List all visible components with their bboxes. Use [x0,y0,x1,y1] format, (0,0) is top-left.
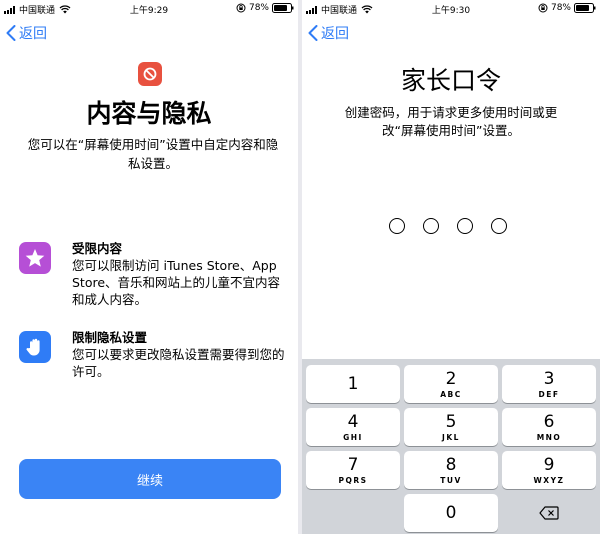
back-label: 返回 [321,26,349,42]
continue-button[interactable]: 继续 [19,459,281,499]
key-0[interactable]: 0 [404,494,498,532]
feature-restricted-content: 受限内容 您可以限制访问 iTunes Store、App Store、音乐和网… [19,240,288,310]
parent-passcode-screen: 中国联通 上午9:30 78% 返回 家长口令 创建密码，用于请求更多使用时间或… [302,0,600,534]
passcode-dot [457,218,473,234]
rotation-lock-icon [538,3,548,13]
back-button[interactable]: 返回 [308,23,349,43]
key-7[interactable]: 7 PQRS [306,451,400,489]
key-1[interactable]: 1 [306,365,400,403]
content-privacy-screen: 中国联通 上午9:29 78% 返回 内容与隐私 您可以在“屏幕使用时间”设置中… [0,0,298,534]
numeric-keypad: 1 2 ABC 3 DEF 4 GHI 5 JKL 6 MNO 7 PQRS 8 TUV 9W… [302,359,600,534]
key-9[interactable]: 9 WXYZ [502,451,596,489]
battery-icon [272,3,294,13]
star-icon [19,242,51,274]
page-description: 您可以在“屏幕使用时间”设置中自定内容和隐私设置。 [27,137,279,171]
feature-description: 您可以限制访问 iTunes Store、App Store、音乐和网站上的儿童… [72,258,281,307]
chevron-left-icon [308,25,318,41]
passcode-dot [491,218,507,234]
feature-privacy-restrictions: 限制隐私设置 您可以要求更改隐私设置需要得到您的许可。 [19,329,288,384]
back-button[interactable]: 返回 [6,23,47,43]
feature-title: 受限内容 [72,241,123,256]
rotation-lock-icon [236,3,246,13]
feature-description: 您可以要求更改隐私设置需要得到您的许可。 [72,347,285,379]
status-bar: 中国联通 上午9:30 78% [302,0,600,18]
passcode-field[interactable] [389,218,507,234]
status-bar: 中国联通 上午9:29 78% [0,0,298,18]
key-8[interactable]: 8 TUV [404,451,498,489]
back-label: 返回 [19,26,47,42]
delete-key[interactable] [502,494,596,532]
restriction-icon [138,62,162,86]
battery-percent: 78% [248,3,269,13]
key-4[interactable]: 4 GHI [306,408,400,446]
key-6[interactable]: 6 MNO [502,408,596,446]
page-description: 创建密码，用于请求更多使用时间或更改“屏幕使用时间”设置。 [344,105,558,138]
battery-icon [574,3,596,13]
passcode-dot [389,218,405,234]
key-blank [306,494,400,532]
hand-icon [19,331,51,363]
page-title: 内容与隐私 [86,99,212,128]
key-3[interactable]: 3 DEF [502,365,596,403]
passcode-dot [423,218,439,234]
battery-percent: 78% [550,3,571,13]
page-title: 家长口令 [400,66,501,95]
feature-title: 限制隐私设置 [72,330,148,345]
backspace-icon [539,506,559,520]
key-5[interactable]: 5 JKL [404,408,498,446]
key-2[interactable]: 2 ABC [404,365,498,403]
chevron-left-icon [6,25,16,41]
